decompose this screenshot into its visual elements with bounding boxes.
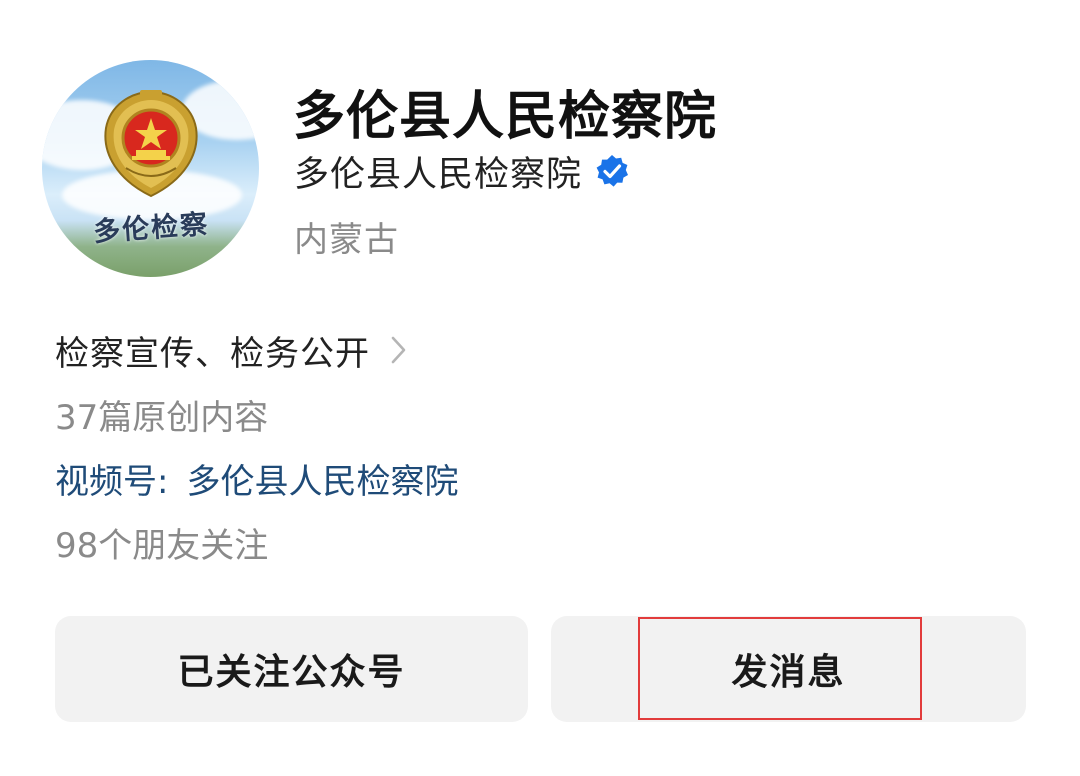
verified-badge-icon[interactable] (594, 153, 630, 189)
account-intro: 检察宣传、检务公开 (55, 333, 370, 374)
followed-button[interactable]: 已关注公众号 (55, 616, 528, 722)
original-content-count: 37篇原创内容 (55, 398, 269, 438)
account-name-row: 多伦县人民检察院 (294, 148, 630, 195)
friends-follow-count: 98个朋友关注 (55, 526, 269, 566)
procuratorate-emblem-icon (104, 90, 198, 198)
video-channel-label: 视频号: (55, 462, 169, 502)
send-message-button-label: 发消息 (731, 652, 846, 693)
account-intro-link[interactable]: 检察宣传、检务公开 (55, 326, 410, 374)
video-channel-link[interactable]: 视频号: 多伦县人民检察院 (55, 454, 458, 503)
send-message-button[interactable]: 发消息 (551, 616, 1026, 722)
chevron-right-icon (391, 336, 406, 364)
official-account-profile: 多伦检察 多伦县人民检察院 多伦县人民检察院 内蒙古 检察宣传、检务公开 37篇… (0, 0, 1080, 776)
avatar[interactable]: 多伦检察 (42, 60, 259, 277)
region-label: 内蒙古 (294, 220, 399, 260)
followed-button-label: 已关注公众号 (177, 652, 406, 693)
video-channel-name: 多伦县人民检察院 (186, 462, 459, 502)
avatar-caption: 多伦检察 (91, 208, 210, 249)
account-name: 多伦县人民检察院 (294, 154, 583, 195)
page-title: 多伦县人民检察院 (293, 87, 718, 147)
